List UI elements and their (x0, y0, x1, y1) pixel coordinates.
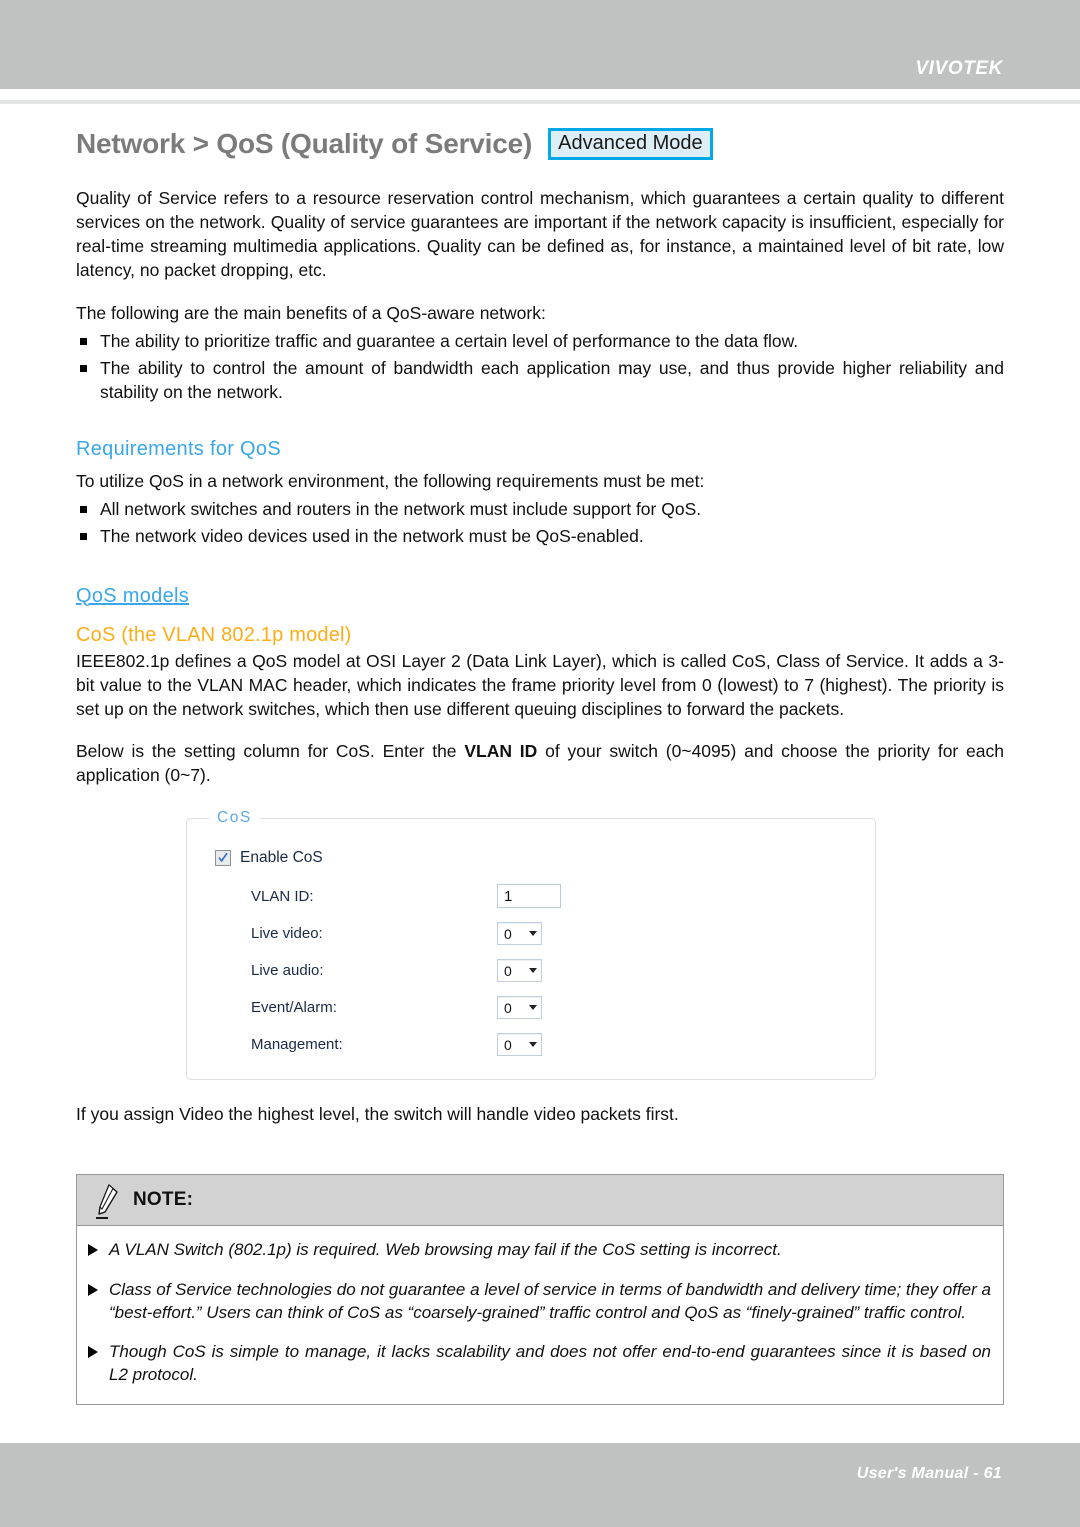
chevron-down-icon (529, 968, 537, 974)
table-row: Live video: 0 (251, 915, 561, 952)
setting-column-paragraph: Below is the setting column for CoS. Ent… (76, 739, 1004, 787)
table-row: VLAN ID: (251, 877, 561, 915)
page-title-row: Network > QoS (Quality of Service) Advan… (76, 128, 1004, 160)
enable-cos-checkbox[interactable] (215, 850, 231, 867)
note-header: NOTE: (77, 1175, 1003, 1227)
table-row: Live audio: 0 (251, 952, 561, 989)
benefits-list: The ability to prioritize traffic and gu… (76, 329, 1004, 404)
advanced-mode-badge[interactable]: Advanced Mode (548, 128, 713, 160)
pencil-icon (96, 1184, 118, 1220)
note-body: A VLAN Switch (802.1p) is required. Web … (77, 1226, 1003, 1404)
intro-paragraph: Quality of Service refers to a resource … (76, 188, 1004, 281)
page-content: Network > QoS (Quality of Service) Advan… (76, 128, 1004, 1405)
enable-cos-row[interactable]: Enable CoS (215, 849, 875, 867)
qos-models-heading: QoS models (76, 584, 190, 607)
cos-fieldset: CoS Enable CoS VLAN ID: Live video (186, 809, 876, 1081)
header-divider (0, 100, 1080, 104)
setting-text-part1: Below is the setting column for CoS. Ent… (76, 740, 465, 761)
cos-settings-screenshot: CoS Enable CoS VLAN ID: Live video (186, 809, 876, 1081)
field-control-cell: 0 (497, 989, 561, 1026)
field-label: Event/Alarm: (251, 999, 337, 1017)
field-control-cell: 0 (497, 1026, 561, 1063)
vlan-id-input[interactable] (497, 884, 561, 909)
field-label: Live audio: (251, 962, 324, 980)
field-control-cell: 0 (497, 952, 561, 989)
chevron-down-icon (529, 1042, 537, 1048)
vivotek-logo: VIVOTEK (915, 58, 1003, 79)
benefits-lead: The following are the main benefits of a… (76, 302, 546, 323)
chevron-down-icon (529, 1005, 537, 1011)
requirements-list: All network switches and routers in the … (76, 497, 1004, 548)
cos-model-paragraph: IEEE802.1p defines a QoS model at OSI La… (76, 650, 1004, 719)
field-label: Management: (251, 1036, 343, 1054)
management-priority-select[interactable]: 0 (497, 1033, 542, 1057)
list-item: The network video devices used in the ne… (76, 524, 1004, 548)
live-video-priority-select[interactable]: 0 (497, 922, 542, 946)
list-item: All network switches and routers in the … (76, 497, 1004, 521)
live-audio-priority-select[interactable]: 0 (497, 959, 542, 983)
cos-legend: CoS (217, 809, 252, 827)
select-value: 0 (504, 1036, 512, 1053)
footer-page-label: User's Manual - 61 (856, 1465, 1002, 1482)
table-row: Event/Alarm: 0 (251, 989, 561, 1026)
field-label: Live video: (251, 925, 323, 943)
note-title: NOTE: (133, 1189, 194, 1211)
select-value: 0 (504, 962, 512, 979)
list-item: The ability to control the amount of ban… (76, 356, 1004, 404)
field-control-cell (497, 877, 561, 915)
event-alarm-priority-select[interactable]: 0 (497, 996, 542, 1020)
select-value: 0 (504, 925, 512, 942)
note-item: Class of Service technologies do not gua… (85, 1278, 991, 1324)
after-panel-paragraph: If you assign Video the highest level, t… (76, 1104, 679, 1125)
requirements-heading: Requirements for QoS (76, 438, 281, 461)
field-control-cell: 0 (497, 915, 561, 952)
page-header-bar: VIVOTEK (0, 0, 1080, 89)
page-title: Network > QoS (Quality of Service) (76, 128, 533, 159)
enable-cos-label: Enable CoS (240, 849, 323, 867)
page-footer-bar: User's Manual - 61 (0, 1443, 1080, 1527)
select-value: 0 (504, 999, 512, 1016)
note-item: Though CoS is simple to manage, it lacks… (85, 1340, 991, 1386)
vlan-id-emphasis: VLAN ID (464, 740, 538, 761)
cos-model-subheading: CoS (the VLAN 802.1p model) (76, 623, 352, 646)
chevron-down-icon (529, 931, 537, 937)
list-item: The ability to prioritize traffic and gu… (76, 329, 1004, 353)
cos-fields-table: VLAN ID: Live video: 0 Live audi (251, 877, 561, 1063)
note-box: NOTE: A VLAN Switch (802.1p) is required… (76, 1174, 1004, 1405)
requirements-lead: To utilize QoS in a network environment,… (76, 471, 705, 492)
field-label: VLAN ID: (251, 887, 314, 905)
checkmark-icon (218, 852, 228, 863)
note-item: A VLAN Switch (802.1p) is required. Web … (85, 1238, 991, 1261)
table-row: Management: 0 (251, 1026, 561, 1063)
